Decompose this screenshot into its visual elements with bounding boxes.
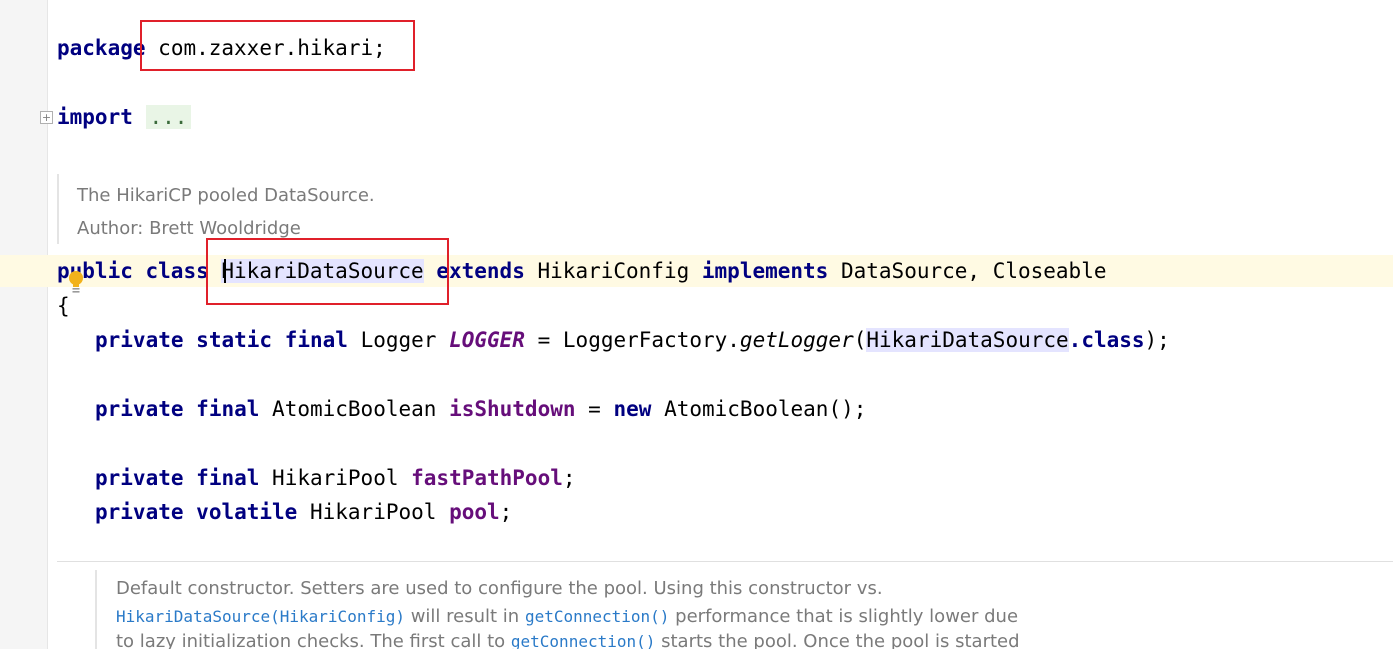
ctor-doc-line-2-end: performance that is slightly lower due — [669, 606, 1019, 627]
code-line-isshutdown-field[interactable]: private final AtomicBoolean isShutdown =… — [0, 394, 1393, 424]
doc-link-hikaridatasource-ctor[interactable]: HikariDataSource(HikariConfig) — [116, 607, 405, 626]
statement-end: ); — [1144, 328, 1170, 352]
ctor-doc-line-3: to lazy initialization checks. The first… — [116, 629, 1020, 649]
assign-operator: = — [588, 397, 601, 421]
keyword-dot-class: .class — [1068, 328, 1145, 352]
keyword-import: import — [57, 105, 133, 129]
constructor-javadoc: Default constructor. Setters are used to… — [95, 570, 1020, 649]
doc-link-getconnection[interactable]: getConnection() — [525, 607, 670, 626]
keyword-implements: implements — [701, 259, 829, 283]
keyword-class: class — [145, 259, 209, 283]
superclass-name[interactable]: HikariConfig — [538, 259, 690, 283]
hikaripool-type[interactable]: HikariPool — [310, 500, 436, 524]
keyword-final: final — [196, 397, 260, 421]
statement-end: ; — [499, 500, 513, 524]
ctor-doc-line-2: HikariDataSource(HikariConfig) will resu… — [116, 604, 1018, 630]
isshutdown-field-name[interactable]: isShutdown — [449, 397, 575, 421]
keyword-package: package — [57, 36, 146, 60]
code-line-logger-field[interactable]: private static final Logger LOGGER = Log… — [0, 325, 1393, 355]
interfaces-list[interactable]: DataSource, Closeable — [841, 259, 1107, 283]
annotation-box-package — [140, 20, 415, 71]
keyword-private: private — [95, 328, 184, 352]
code-line-import[interactable]: import ... — [0, 102, 1393, 132]
ctor-doc-line-2-mid: will result in — [404, 606, 525, 627]
pool-field-name[interactable]: pool — [449, 500, 500, 524]
ctor-doc-line-3-end: starts the pool. Once the pool is starte… — [655, 631, 1020, 649]
keyword-static: static — [196, 328, 273, 352]
code-line-fastpathpool-field[interactable]: private final HikariPool fastPathPool; — [0, 463, 1393, 493]
keyword-volatile: volatile — [196, 500, 298, 524]
doc-link-getconnection-2[interactable]: getConnection() — [511, 632, 656, 649]
fastpathpool-field-name[interactable]: fastPathPool — [411, 466, 563, 490]
logger-field-name[interactable]: LOGGER — [449, 328, 525, 352]
logger-type[interactable]: Logger — [361, 328, 437, 352]
statement-end: ; — [562, 466, 576, 490]
keyword-final: final — [196, 466, 260, 490]
annotation-box-classname — [206, 238, 449, 305]
get-logger-method[interactable]: getLogger — [740, 328, 854, 352]
keyword-private: private — [95, 500, 184, 524]
class-doc-line-1: The HikariCP pooled DataSource. — [77, 185, 375, 206]
folded-imports[interactable]: ... — [145, 105, 192, 129]
assign-operator: = — [537, 328, 551, 352]
logger-factory[interactable]: LoggerFactory. — [563, 328, 740, 352]
ctor-doc-line-1: Default constructor. Setters are used to… — [116, 578, 883, 599]
keyword-extends: extends — [436, 259, 525, 283]
atomicboolean-constructor[interactable]: AtomicBoolean(); — [664, 397, 866, 421]
keyword-private: private — [95, 397, 184, 421]
class-reference[interactable]: HikariDataSource — [866, 328, 1069, 352]
code-line-pool-field[interactable]: private volatile HikariPool pool; — [0, 497, 1393, 527]
paren-open: ( — [853, 328, 867, 352]
open-brace: { — [57, 294, 70, 318]
keyword-final: final — [284, 328, 348, 352]
method-separator — [57, 561, 1393, 562]
ctor-doc-line-3-start: to lazy initialization checks. The first… — [116, 631, 511, 649]
class-javadoc: The HikariCP pooled DataSource. Author: … — [57, 174, 375, 244]
atomicboolean-type[interactable]: AtomicBoolean — [272, 397, 436, 421]
keyword-new: new — [613, 397, 652, 421]
hikaripool-type[interactable]: HikariPool — [272, 466, 398, 490]
keyword-private: private — [95, 466, 184, 490]
